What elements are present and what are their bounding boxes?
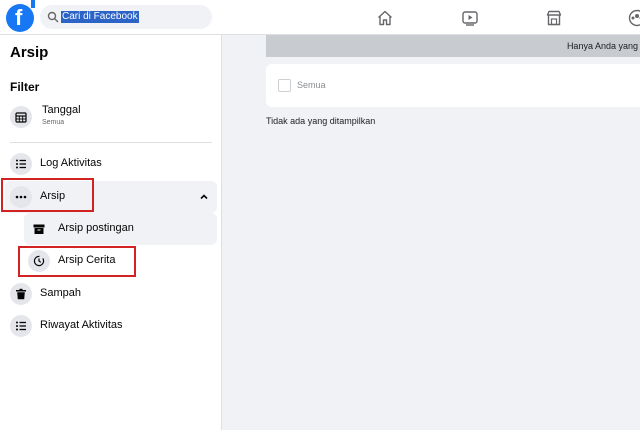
filter-heading: Filter [10, 80, 40, 94]
list-icon [10, 315, 32, 337]
marketplace-icon[interactable] [545, 9, 563, 27]
highlight-box-arsip [1, 178, 94, 212]
logo-accent [31, 0, 35, 8]
sidebar-subitem-arsip-postingan[interactable]: Arsip postingan [24, 213, 217, 245]
sidebar: Arsip Filter Tanggal Semua Log Aktivitas [0, 35, 222, 430]
filter-card: Semua [266, 64, 640, 107]
chevron-up-icon[interactable] [199, 192, 209, 202]
date-filter-value: Semua [42, 119, 65, 126]
top-bar: f Cari di Facebook [0, 0, 640, 35]
calendar-icon [10, 106, 32, 128]
facebook-logo[interactable]: f [6, 4, 34, 32]
trash-icon [10, 283, 32, 305]
sidebar-item-sampah[interactable]: Sampah [5, 278, 217, 310]
search-input[interactable]: Cari di Facebook [61, 11, 139, 23]
sidebar-subitem-label: Arsip postingan [58, 222, 134, 234]
sidebar-item-log-aktivitas[interactable]: Log Aktivitas [5, 148, 217, 180]
sidebar-item-label: Riwayat Aktivitas [40, 319, 123, 331]
select-all-label: Semua [297, 80, 326, 90]
sidebar-item-label: Log Aktivitas [40, 157, 102, 169]
watch-icon[interactable] [461, 9, 479, 27]
home-icon[interactable] [376, 9, 394, 27]
groups-icon[interactable] [628, 9, 640, 27]
empty-state-text: Tidak ada yang ditampilkan [266, 116, 376, 126]
sidebar-item-label: Sampah [40, 287, 81, 299]
banner-text: Hanya Anda yang [566, 41, 638, 51]
sidebar-item-riwayat-aktivitas[interactable]: Riwayat Aktivitas [5, 310, 217, 342]
date-filter[interactable]: Tanggal Semua [10, 103, 210, 133]
search-box[interactable]: Cari di Facebook [40, 5, 212, 29]
privacy-banner: Hanya Anda yang [266, 35, 640, 57]
search-icon [47, 11, 59, 23]
list-icon [10, 153, 32, 175]
archive-icon [28, 218, 50, 240]
highlight-box-arsip-cerita [18, 246, 136, 277]
date-filter-label: Tanggal [42, 104, 81, 116]
select-all-checkbox[interactable] [278, 79, 291, 92]
page-title: Arsip [10, 44, 49, 61]
divider [10, 142, 212, 143]
